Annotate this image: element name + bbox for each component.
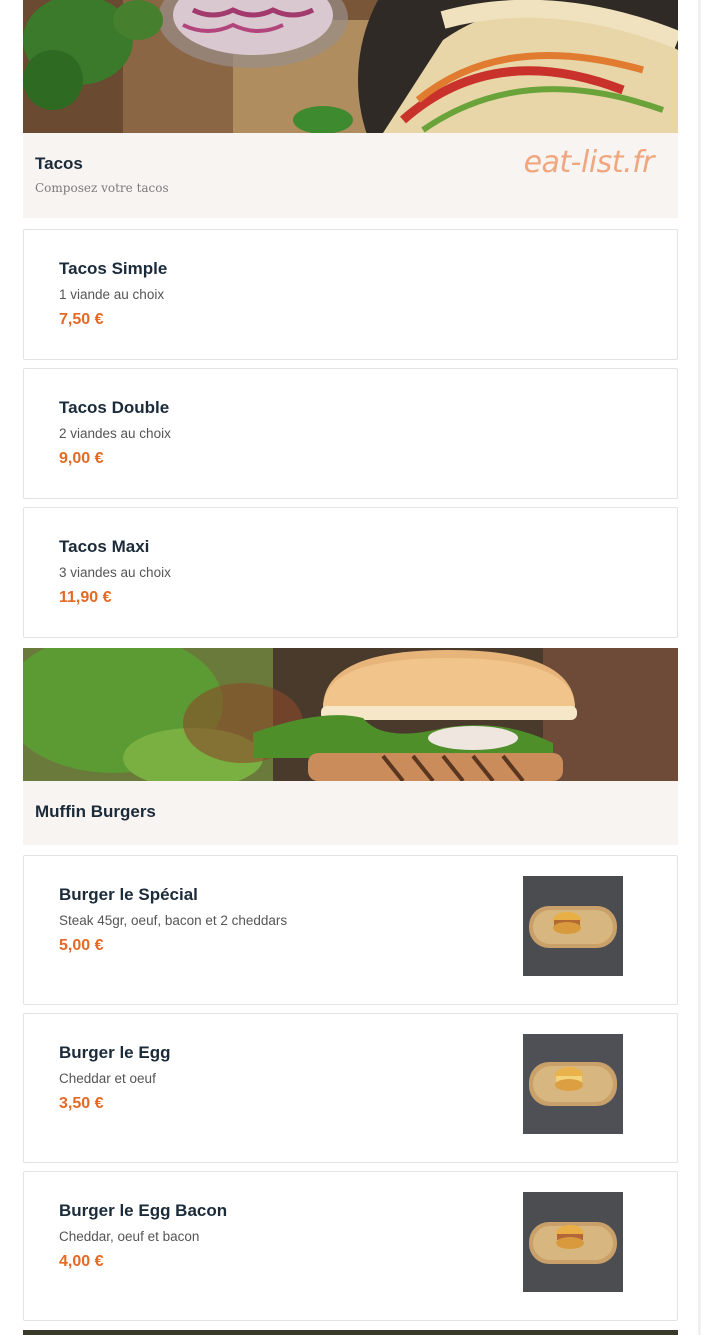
item-price: 4,00 € — [59, 1253, 104, 1270]
item-price: 7,50 € — [59, 311, 104, 328]
item-description: 1 viande au choix — [59, 287, 165, 302]
item-name: Burger le Spécial — [59, 885, 198, 904]
brand-watermark: eat-list.fr — [523, 145, 655, 180]
item-description: 3 viandes au choix — [59, 565, 171, 580]
category-subtitle: Composez votre tacos — [35, 181, 169, 195]
menu-item-card[interactable]: Tacos Maxi 3 viandes au choix 11,90 € — [23, 507, 678, 638]
item-name: Tacos Double — [59, 398, 170, 417]
item-description: Steak 45gr, oeuf, bacon et 2 cheddars — [59, 913, 288, 928]
next-category-banner-image — [23, 1330, 678, 1335]
menu-item-card[interactable]: Burger le Egg Bacon Cheddar, oeuf et bac… — [23, 1171, 678, 1321]
tacos-banner-image — [23, 0, 678, 133]
item-photo — [523, 876, 623, 976]
item-price: 3,50 € — [59, 1095, 104, 1112]
item-price: 9,00 € — [59, 450, 104, 467]
item-price: 5,00 € — [59, 937, 104, 954]
category-title: Tacos — [35, 154, 83, 173]
item-description: 2 viandes au choix — [59, 426, 171, 441]
item-description: Cheddar et oeuf — [59, 1071, 156, 1086]
item-name: Tacos Maxi — [59, 537, 150, 556]
category-title: Muffin Burgers — [35, 802, 156, 821]
item-price: 11,90 € — [59, 589, 112, 606]
menu-column: Tacos Composez votre tacos eat-list.fr T… — [23, 0, 678, 1335]
menu-item-card[interactable]: Tacos Double 2 viandes au choix 9,00 € — [23, 368, 678, 499]
menu-item-card[interactable]: Burger le Spécial Steak 45gr, oeuf, baco… — [23, 855, 678, 1005]
menu-item-card[interactable]: Tacos Simple 1 viande au choix 7,50 € — [23, 229, 678, 360]
item-name: Burger le Egg — [59, 1043, 171, 1062]
burgers-banner-image — [23, 648, 678, 781]
category-header-tacos: Tacos Composez votre tacos eat-list.fr — [23, 133, 678, 218]
item-name: Tacos Simple — [59, 259, 168, 278]
item-photo — [523, 1034, 623, 1134]
category-header-burgers: Muffin Burgers — [23, 781, 678, 845]
item-photo — [523, 1192, 623, 1292]
item-name: Burger le Egg Bacon — [59, 1201, 228, 1220]
item-description: Cheddar, oeuf et bacon — [59, 1229, 200, 1244]
menu-item-card[interactable]: Burger le Egg Cheddar et oeuf 3,50 € — [23, 1013, 678, 1163]
